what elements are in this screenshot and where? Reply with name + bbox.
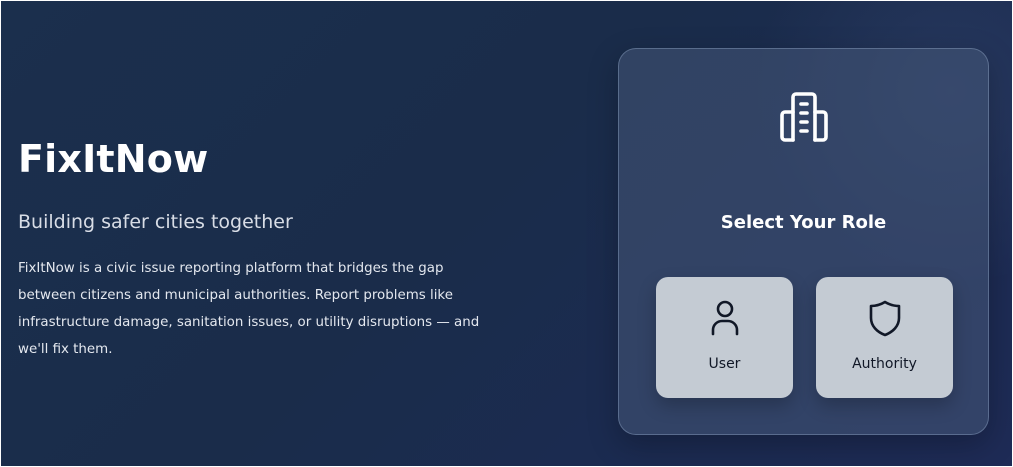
shield-icon — [869, 300, 900, 337]
authority-role-button[interactable]: Authority — [816, 277, 953, 398]
role-selection-title: Select Your Role — [720, 212, 887, 233]
app-title: FixItNow — [18, 137, 209, 181]
authority-role-label: Authority — [852, 356, 917, 372]
user-icon — [711, 300, 738, 336]
landing-page: FixItNow Building safer cities together … — [1, 1, 1012, 466]
hero-section: FixItNow Building safer cities together … — [18, 131, 488, 363]
role-selection-card: Select Your Role User Authority — [618, 48, 989, 435]
building-icon — [780, 92, 828, 142]
app-description: FixItNow is a civic issue reporting plat… — [18, 261, 480, 357]
tagline: Building safer cities together — [18, 211, 293, 233]
user-role-label: User — [708, 356, 741, 372]
user-role-button[interactable]: User — [656, 277, 793, 398]
